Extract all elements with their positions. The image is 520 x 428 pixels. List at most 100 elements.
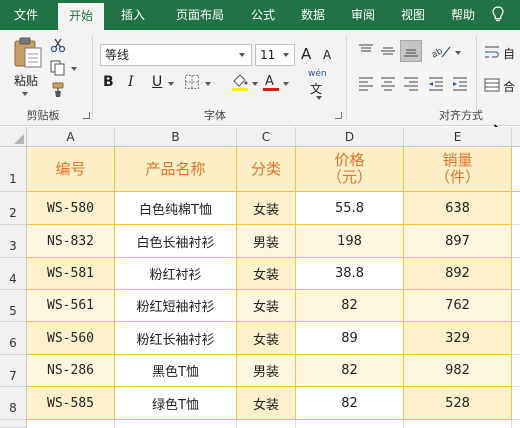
empty-cell[interactable] <box>512 258 520 290</box>
cell-sales[interactable]: 638 <box>404 192 512 225</box>
phonetic-guide-button[interactable]: 文 <box>310 80 322 97</box>
cell-id[interactable]: WS-585 <box>27 387 115 420</box>
cell-category[interactable]: 男装 <box>237 225 296 258</box>
cell-product-name[interactable]: 粉红短袖衬衫 <box>115 290 237 322</box>
tab-insert[interactable]: 插入 <box>110 0 156 30</box>
header-cell-sales[interactable]: 销量 （件） <box>404 147 512 192</box>
empty-cell[interactable] <box>512 355 520 387</box>
tab-help[interactable]: 帮助 <box>440 0 486 30</box>
format-painter-icon[interactable] <box>50 82 66 98</box>
row-header-5[interactable]: 5 <box>0 290 27 322</box>
cell-category[interactable]: 男装 <box>237 355 296 387</box>
row-header-6[interactable]: 6 <box>0 322 27 355</box>
cell-id[interactable]: WS-581 <box>27 258 115 290</box>
fill-color-dropdown-caret[interactable] <box>252 82 258 86</box>
cell-category[interactable]: 女装 <box>237 290 296 322</box>
cell-price[interactable]: 198 <box>296 225 404 258</box>
align-left-icon[interactable] <box>358 77 374 91</box>
cell-sales[interactable]: 892 <box>404 258 512 290</box>
cell-price[interactable]: 82 <box>296 290 404 322</box>
header-cell-price[interactable]: 价格 （元） <box>296 147 404 192</box>
align-bottom-button[interactable] <box>400 40 422 62</box>
tab-formulas[interactable]: 公式 <box>240 0 286 30</box>
cell-price[interactable]: 82 <box>296 387 404 420</box>
cell-price[interactable]: 38.8 <box>296 258 404 290</box>
cell-id[interactable]: NS-286 <box>27 355 115 387</box>
cell-price[interactable]: 82 <box>296 355 404 387</box>
cell-category[interactable]: 女装 <box>237 322 296 355</box>
cell-price[interactable]: 89 <box>296 322 404 355</box>
empty-cell[interactable] <box>512 147 520 192</box>
orientation-dropdown-caret[interactable] <box>455 51 461 55</box>
borders-icon[interactable] <box>184 74 202 90</box>
merge-center-label[interactable]: 合 <box>503 78 515 95</box>
empty-cell[interactable] <box>296 420 404 428</box>
underline-button[interactable]: U <box>152 74 162 90</box>
font-color-icon[interactable]: A <box>262 72 280 92</box>
font-size-select[interactable]: 11 <box>255 44 295 66</box>
align-center-icon[interactable] <box>380 77 396 91</box>
copy-icon[interactable] <box>50 60 68 76</box>
cell-product-name[interactable]: 粉红衬衫 <box>115 258 237 290</box>
wrap-text-icon[interactable] <box>484 44 500 60</box>
merge-center-icon[interactable] <box>484 77 500 93</box>
italic-button[interactable]: I <box>128 74 134 90</box>
cell-sales[interactable]: 528 <box>404 387 512 420</box>
column-header-f[interactable] <box>512 127 520 147</box>
increase-indent-icon[interactable] <box>452 77 468 91</box>
paste-dropdown-caret[interactable] <box>22 92 28 96</box>
tab-view[interactable]: 视图 <box>390 0 436 30</box>
row-header-7[interactable]: 7 <box>0 355 27 387</box>
header-cell-id[interactable]: 编号 <box>27 147 115 192</box>
align-right-icon[interactable] <box>403 77 419 91</box>
cell-category[interactable]: 女装 <box>237 387 296 420</box>
tab-data[interactable]: 数据 <box>290 0 336 30</box>
fill-color-icon[interactable] <box>230 72 250 92</box>
font-name-select[interactable]: 等线 <box>100 44 252 66</box>
row-header-1[interactable]: 1 <box>0 147 27 192</box>
empty-cell[interactable] <box>404 420 512 428</box>
align-middle-icon[interactable] <box>380 44 396 58</box>
font-color-dropdown-caret[interactable] <box>283 82 289 86</box>
paste-label[interactable]: 粘贴 <box>14 72 38 89</box>
copy-dropdown-caret[interactable] <box>71 67 77 71</box>
row-header-9[interactable] <box>0 420 27 428</box>
orientation-icon[interactable]: ab <box>430 42 452 60</box>
empty-cell[interactable] <box>512 290 520 322</box>
phonetic-guide-top[interactable]: wén <box>308 69 327 79</box>
phonetic-dropdown-caret[interactable] <box>316 96 322 100</box>
cell-product-name[interactable]: 白色纯棉T恤 <box>115 192 237 225</box>
cell-product-name[interactable]: 绿色T恤 <box>115 387 237 420</box>
row-header-3[interactable]: 3 <box>0 225 27 258</box>
align-top-icon[interactable] <box>358 44 374 58</box>
empty-cell[interactable] <box>512 322 520 355</box>
underline-dropdown-caret[interactable] <box>168 82 174 86</box>
empty-cell[interactable] <box>512 192 520 225</box>
cell-sales[interactable]: 762 <box>404 290 512 322</box>
paste-icon[interactable] <box>11 36 45 70</box>
column-header-c[interactable]: C <box>237 127 296 147</box>
column-header-d[interactable]: D <box>296 127 404 147</box>
wrap-text-label[interactable]: 自 <box>503 45 515 62</box>
lightbulb-icon[interactable] <box>492 6 504 23</box>
cell-id[interactable]: WS-560 <box>27 322 115 355</box>
column-header-b[interactable]: B <box>115 127 237 147</box>
row-header-4[interactable]: 4 <box>0 258 27 290</box>
cell-id[interactable]: WS-580 <box>27 192 115 225</box>
header-cell-category[interactable]: 分类 <box>237 147 296 192</box>
header-cell-product-name[interactable]: 产品名称 <box>115 147 237 192</box>
empty-cell[interactable] <box>115 420 237 428</box>
empty-cell[interactable] <box>512 387 520 420</box>
clipboard-launcher[interactable] <box>83 112 90 119</box>
tab-review[interactable]: 审阅 <box>340 0 386 30</box>
bold-button[interactable]: B <box>103 74 114 90</box>
grow-font-button[interactable]: A <box>301 45 311 63</box>
tab-page-layout[interactable]: 页面布局 <box>164 0 236 30</box>
cell-sales[interactable]: 329 <box>404 322 512 355</box>
empty-cell[interactable] <box>27 420 115 428</box>
shrink-font-button[interactable]: A <box>323 48 331 62</box>
cut-icon[interactable] <box>50 37 66 53</box>
cell-sales[interactable]: 982 <box>404 355 512 387</box>
select-all-corner[interactable] <box>0 127 27 147</box>
borders-dropdown-caret[interactable] <box>205 82 211 86</box>
